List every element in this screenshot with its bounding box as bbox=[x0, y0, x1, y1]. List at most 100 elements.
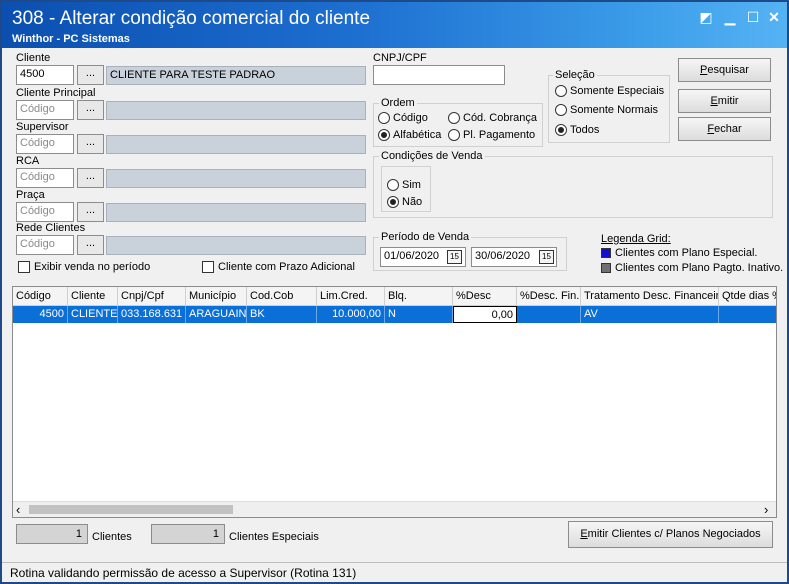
rede-clientes-label: Rede Clientes bbox=[16, 222, 86, 234]
pesquisar-text: esquisar bbox=[707, 64, 749, 76]
praca-name-field bbox=[106, 203, 366, 222]
cliente-principal-label: Cliente Principal bbox=[16, 87, 96, 99]
fechar-button[interactable]: Fechar bbox=[678, 117, 771, 141]
cliente-principal-lookup-button[interactable]: ... bbox=[77, 100, 104, 120]
cliente-principal-input[interactable]: Código bbox=[16, 100, 74, 120]
condicoes-sim-radio[interactable] bbox=[387, 179, 399, 191]
cell-blq[interactable]: N bbox=[385, 306, 453, 323]
rede-clientes-name-field bbox=[106, 236, 366, 255]
emitir-planos-text: mitir Clientes c/ Planos Negociados bbox=[587, 528, 761, 540]
emitir-text: mitir bbox=[717, 95, 739, 107]
praca-input[interactable]: Código bbox=[16, 202, 74, 222]
cliente-label: Cliente bbox=[16, 52, 51, 64]
scrollbar-thumb[interactable] bbox=[29, 505, 233, 514]
status-bar: Rotina validando permissão de acesso a S… bbox=[2, 562, 787, 582]
status-text: Rotina validando permissão de acesso a S… bbox=[10, 566, 357, 580]
col-header-municipio[interactable]: Município bbox=[186, 287, 247, 306]
legenda-title: Legenda Grid: bbox=[601, 233, 671, 245]
window-subtitle: Winthor - PC Sistemas bbox=[12, 33, 130, 45]
rede-clientes-input[interactable]: Código bbox=[16, 235, 74, 255]
cell-qtde-dias[interactable] bbox=[719, 306, 776, 323]
cell-cliente[interactable]: CLIENTE P bbox=[68, 306, 118, 323]
emitir-accel: E bbox=[710, 95, 718, 107]
ordem-pl-pagamento-label: Pl. Pagamento bbox=[463, 129, 536, 141]
rca-lookup-button[interactable]: ... bbox=[77, 168, 104, 188]
supervisor-lookup-button[interactable]: ... bbox=[77, 134, 104, 154]
cell-cnpj[interactable]: 033.168.631 bbox=[118, 306, 186, 323]
condicoes-venda-group bbox=[373, 156, 773, 218]
prazo-adicional-checkbox[interactable] bbox=[202, 261, 214, 273]
col-header-tratamento[interactable]: Tratamento Desc. Financeiro bbox=[581, 287, 719, 306]
pesquisar-button[interactable]: Pesquisar bbox=[678, 58, 771, 82]
clientes-especiais-count: 1 bbox=[151, 524, 225, 544]
legenda-inativo-swatch bbox=[601, 263, 611, 273]
supervisor-input[interactable]: Código bbox=[16, 134, 74, 154]
selecao-normais-radio[interactable] bbox=[555, 104, 567, 116]
col-header-blq[interactable]: Blq. bbox=[385, 287, 453, 306]
col-header-qtde-dias[interactable]: Qtde dias % bbox=[719, 287, 776, 306]
ordem-alfabetica-radio[interactable] bbox=[378, 129, 390, 141]
periodo-inicio-calendar-icon[interactable]: 15 bbox=[447, 250, 462, 264]
selecao-especiais-radio[interactable] bbox=[555, 85, 567, 97]
cell-tratamento[interactable]: AV bbox=[581, 306, 719, 323]
minimize-icon[interactable]: ▁ bbox=[719, 8, 741, 26]
scroll-left-icon[interactable]: ‹ bbox=[16, 502, 20, 517]
cell-cod-cob[interactable]: BK bbox=[247, 306, 317, 323]
condicoes-nao-label: Não bbox=[402, 196, 423, 208]
col-header-lim-cred[interactable]: Lim.Cred. bbox=[317, 287, 385, 306]
col-header-desc[interactable]: %Desc bbox=[453, 287, 517, 306]
emitir-button[interactable]: Emitir bbox=[678, 89, 771, 113]
prazo-adicional-label: Cliente com Prazo Adicional bbox=[218, 261, 355, 273]
application-window: 308 - Alterar condição comercial do clie… bbox=[0, 0, 789, 584]
scroll-right-icon[interactable]: › bbox=[764, 502, 768, 517]
selecao-todos-radio[interactable] bbox=[555, 124, 567, 136]
title-bar[interactable]: 308 - Alterar condição comercial do clie… bbox=[2, 2, 787, 48]
horizontal-scrollbar[interactable]: ‹ › bbox=[13, 501, 776, 517]
clientes-especiais-label: Clientes Especiais bbox=[229, 531, 319, 543]
cnpj-cpf-label: CNPJ/CPF bbox=[373, 52, 427, 64]
close-icon[interactable]: ✕ bbox=[763, 8, 785, 26]
window-title: 308 - Alterar condição comercial do clie… bbox=[12, 8, 371, 29]
cliente-lookup-button[interactable]: ... bbox=[77, 65, 104, 85]
fechar-text: echar bbox=[714, 123, 742, 135]
exibir-venda-checkbox[interactable] bbox=[18, 261, 30, 273]
clients-grid[interactable]: Código Cliente Cnpj/Cpf Município Cod.Co… bbox=[12, 286, 777, 518]
emitir-planos-accel: E bbox=[580, 528, 588, 540]
clientes-count-label: Clientes bbox=[92, 531, 132, 543]
col-header-cliente[interactable]: Cliente bbox=[68, 287, 118, 306]
ordem-cod-cobranca-radio[interactable] bbox=[448, 112, 460, 124]
col-header-cod-cob[interactable]: Cod.Cob bbox=[247, 287, 317, 306]
col-header-codigo[interactable]: Código bbox=[13, 287, 68, 306]
cell-desc-fin[interactable] bbox=[517, 306, 581, 323]
cliente-code-input[interactable]: 4500 bbox=[16, 65, 74, 85]
emitir-planos-negociados-button[interactable]: Emitir Clientes c/ Planos Negociados bbox=[568, 521, 773, 548]
rca-name-field bbox=[106, 169, 366, 188]
col-header-desc-fin[interactable]: %Desc. Fin. bbox=[517, 287, 581, 306]
ordem-pl-pagamento-radio[interactable] bbox=[448, 129, 460, 141]
selecao-label: Seleção bbox=[553, 69, 597, 81]
ordem-codigo-radio[interactable] bbox=[378, 112, 390, 124]
selecao-normais-label: Somente Normais bbox=[570, 104, 659, 116]
cell-desc-editor[interactable]: 0,00 bbox=[453, 306, 517, 323]
ordem-label: Ordem bbox=[379, 97, 417, 109]
maximize-icon[interactable]: ☐ bbox=[742, 8, 764, 26]
restore-icon[interactable]: ◩ bbox=[695, 8, 717, 26]
condicoes-sim-label: Sim bbox=[402, 179, 421, 191]
periodo-fim-calendar-icon[interactable]: 15 bbox=[539, 250, 554, 264]
cell-codigo[interactable]: 4500 bbox=[13, 306, 68, 323]
condicoes-nao-radio[interactable] bbox=[387, 196, 399, 208]
selecao-todos-label: Todos bbox=[570, 124, 600, 136]
praca-lookup-button[interactable]: ... bbox=[77, 202, 104, 222]
cell-lim-cred[interactable]: 10.000,00 bbox=[317, 306, 385, 323]
rede-clientes-lookup-button[interactable]: ... bbox=[77, 235, 104, 255]
cnpj-cpf-input[interactable] bbox=[373, 65, 505, 85]
supervisor-label: Supervisor bbox=[16, 121, 69, 133]
col-header-cnpj[interactable]: Cnpj/Cpf bbox=[118, 287, 186, 306]
ordem-alfabetica-label: Alfabética bbox=[393, 129, 442, 141]
rca-input[interactable]: Código bbox=[16, 168, 74, 188]
cliente-name-field: CLIENTE PARA TESTE PADRAO bbox=[106, 66, 366, 85]
ordem-cod-cobranca-label: Cód. Cobrança bbox=[463, 112, 537, 124]
selecao-especiais-label: Somente Especiais bbox=[570, 85, 665, 97]
cell-municipio[interactable]: ARAGUAINA bbox=[186, 306, 247, 323]
condicoes-venda-label: Condições de Venda bbox=[379, 150, 485, 162]
